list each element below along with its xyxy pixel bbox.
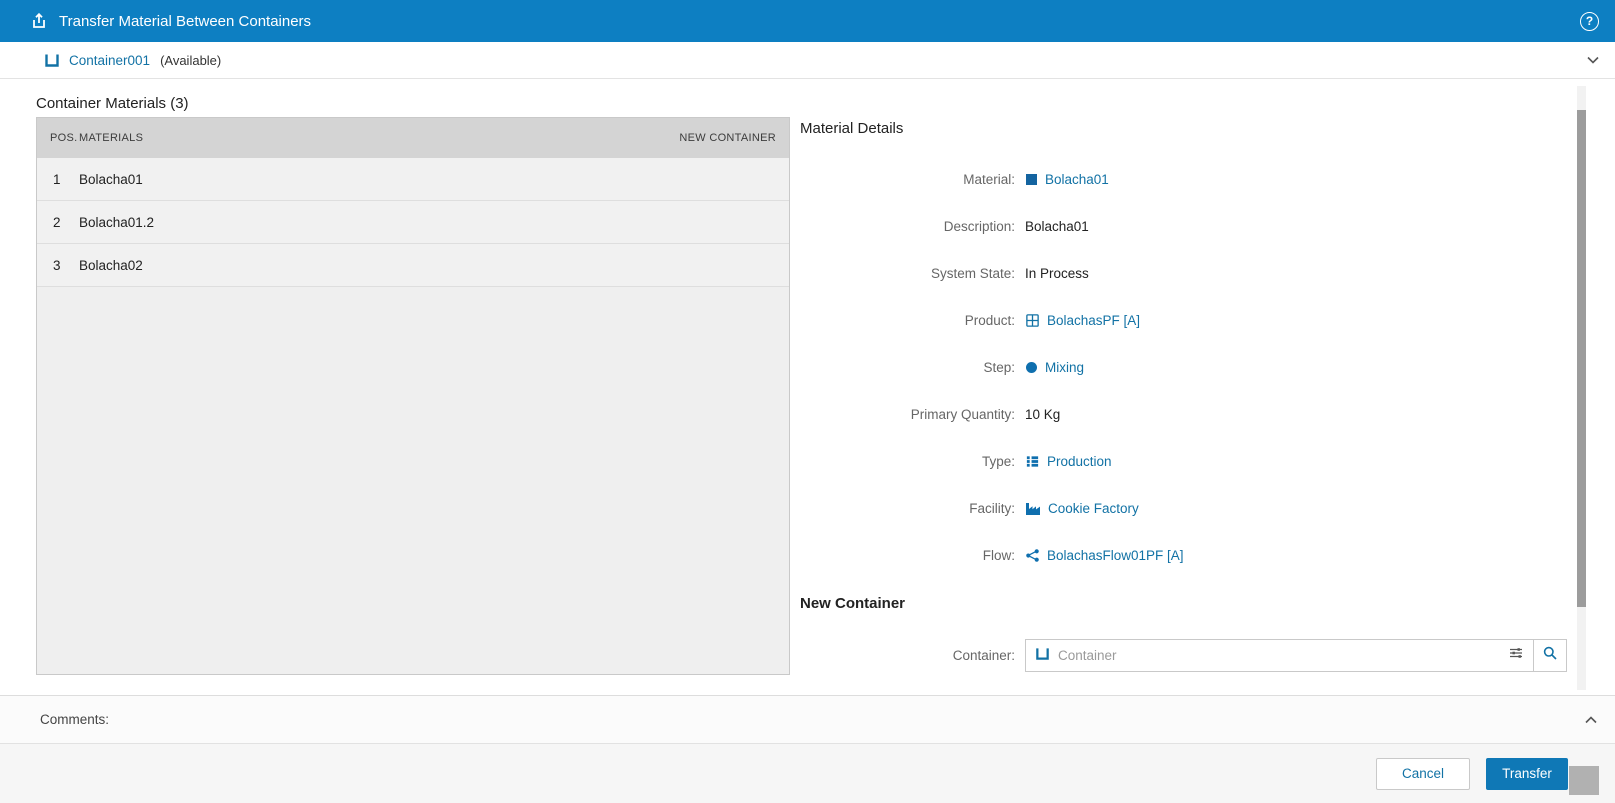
- new-container-field: Container:: [800, 639, 1568, 672]
- field-value-text: In Process: [1025, 266, 1089, 281]
- field-value-text: In Process: [1025, 266, 1568, 281]
- table-row[interactable]: 1 Bolacha01: [37, 158, 789, 201]
- cursor-artifact: [1569, 766, 1599, 795]
- column-header-materials: MATERIALS: [79, 132, 144, 144]
- flow-icon: [1025, 548, 1040, 563]
- comments-section[interactable]: Comments:: [0, 695, 1615, 743]
- container-materials-title: Container Materials (3): [36, 95, 189, 112]
- container-input[interactable]: [1058, 648, 1500, 663]
- field-label: Step:: [983, 360, 1015, 375]
- cell-material: Bolacha01.2: [79, 214, 155, 230]
- chevron-down-icon[interactable]: [1585, 52, 1601, 68]
- magnifier-icon: [1542, 645, 1558, 666]
- field-description: Description: Bolacha01: [800, 203, 1568, 250]
- field-step: Step: Mixing: [800, 344, 1568, 391]
- factory-icon: [1025, 501, 1041, 516]
- field-facility: Facility: Cookie Factory: [800, 485, 1568, 532]
- field-label: Product:: [964, 313, 1015, 328]
- field-value-text: Bolacha01: [1025, 219, 1089, 234]
- cell-material: Bolacha02: [79, 257, 143, 273]
- cell-material: Bolacha01: [79, 171, 143, 187]
- field-value-text[interactable]: BolachasFlow01PF [A]: [1047, 548, 1184, 563]
- field-value-text[interactable]: Cookie Factory: [1048, 501, 1139, 516]
- material-details-title: Material Details: [800, 120, 904, 137]
- filter-sliders-icon[interactable]: [1508, 645, 1524, 666]
- field-value-link[interactable]: Production: [1025, 454, 1568, 469]
- field-value-text[interactable]: Production: [1047, 454, 1112, 469]
- page-title: Transfer Material Between Containers: [59, 12, 312, 30]
- cancel-button[interactable]: Cancel: [1376, 757, 1470, 790]
- step-circle-icon: [1025, 361, 1038, 374]
- field-value-text[interactable]: Bolacha01: [1045, 172, 1109, 187]
- cell-pos: 2: [53, 214, 61, 230]
- field-value-text[interactable]: Mixing: [1045, 360, 1084, 375]
- container-search-button[interactable]: [1533, 639, 1567, 672]
- title-bar: Transfer Material Between Containers ?: [0, 0, 1615, 42]
- container-input-box[interactable]: [1025, 639, 1534, 672]
- field-value-link[interactable]: Cookie Factory: [1025, 501, 1568, 516]
- container-field-label: Container:: [952, 648, 1015, 663]
- column-header-new-container: NEW CONTAINER: [679, 132, 776, 144]
- new-container-title: New Container: [800, 595, 906, 612]
- cell-pos: 3: [53, 257, 61, 273]
- scrollbar-thumb[interactable]: [1577, 110, 1586, 607]
- field-value-text: 10 Kg: [1025, 407, 1061, 422]
- field-label: Material:: [963, 172, 1015, 187]
- field-product: Product: BolachasPF [A]: [800, 297, 1568, 344]
- container-name-link[interactable]: Container001: [69, 53, 150, 68]
- cell-pos: 1: [53, 171, 61, 187]
- detail-fields: Material: Bolacha01 Description: Bolacha…: [800, 156, 1568, 579]
- column-header-pos: POS.: [50, 132, 78, 144]
- product-grid-icon: [1025, 313, 1040, 328]
- transfer-button[interactable]: Transfer: [1486, 757, 1568, 790]
- container-picker: [1025, 639, 1567, 672]
- field-value-text: 10 Kg: [1025, 407, 1568, 422]
- field-flow: Flow: BolachasFlow01PF [A]: [800, 532, 1568, 579]
- field-material: Material: Bolacha01: [800, 156, 1568, 203]
- field-value-link[interactable]: Bolacha01: [1025, 172, 1568, 187]
- field-type: Type: Production: [800, 438, 1568, 485]
- table-header-row: POS. MATERIALS NEW CONTAINER: [37, 118, 789, 158]
- field-label: Description:: [943, 219, 1015, 234]
- container-icon: [44, 52, 60, 68]
- transfer-container-icon: [30, 12, 48, 30]
- comments-label: Comments:: [40, 712, 110, 727]
- field-value-link[interactable]: Mixing: [1025, 360, 1568, 375]
- field-value-text: Bolacha01: [1025, 219, 1568, 234]
- container-materials-table: POS. MATERIALS NEW CONTAINER 1 Bolacha01…: [36, 117, 790, 675]
- action-bar: Cancel Transfer: [0, 743, 1615, 803]
- field-label: System State:: [930, 266, 1015, 281]
- type-list-icon: [1025, 454, 1040, 469]
- field-label: Flow:: [982, 548, 1015, 563]
- transfer-material-dialog: Transfer Material Between Containers ? C…: [0, 0, 1615, 803]
- chevron-up-icon[interactable]: [1583, 712, 1599, 728]
- container-icon: [1035, 646, 1050, 666]
- table-row[interactable]: 3 Bolacha02: [37, 244, 789, 287]
- field-label: Facility:: [969, 501, 1015, 516]
- field-label: Type:: [981, 454, 1015, 469]
- material-square-icon: [1025, 173, 1038, 186]
- table-row[interactable]: 2 Bolacha01.2: [37, 201, 789, 244]
- help-icon[interactable]: ?: [1580, 11, 1599, 31]
- field-primary-quantity: Primary Quantity: 10 Kg: [800, 391, 1568, 438]
- field-label: Primary Quantity:: [910, 407, 1015, 422]
- material-details-panel: Material Details Material: Bolacha01 Des…: [800, 120, 1568, 672]
- field-value-link[interactable]: BolachasPF [A]: [1025, 313, 1568, 328]
- container-status: (Available): [160, 52, 222, 68]
- field-value-text[interactable]: BolachasPF [A]: [1047, 313, 1140, 328]
- container-selector-bar: Container001 (Available): [0, 42, 1615, 79]
- field-system-state: System State: In Process: [800, 250, 1568, 297]
- field-value-link[interactable]: BolachasFlow01PF [A]: [1025, 548, 1568, 563]
